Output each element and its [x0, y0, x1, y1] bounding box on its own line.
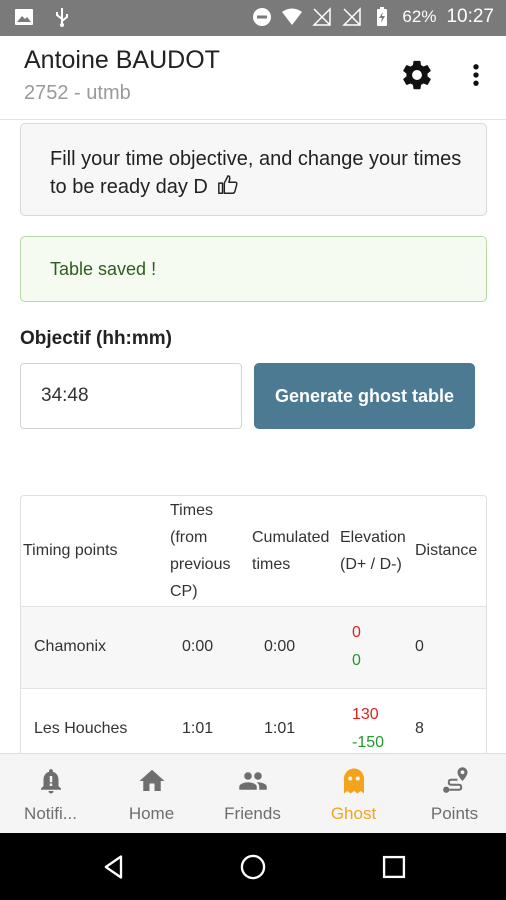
no-signal-2-icon — [342, 7, 362, 26]
ghost-icon — [344, 768, 364, 794]
no-signal-icon — [312, 7, 332, 26]
nav-friends[interactable]: Friends — [202, 754, 303, 834]
cell-distance: 8 — [415, 720, 424, 738]
battery-percent: 62% — [402, 7, 437, 26]
page-subtitle: 2752 - utmb — [24, 82, 131, 104]
cell-distance: 0 — [415, 638, 424, 655]
cell-cumulated: 0:00 — [264, 638, 296, 655]
gear-icon[interactable] — [400, 58, 434, 92]
nav-points[interactable]: Points — [404, 754, 505, 834]
cell-time[interactable]: 1:01 — [170, 688, 252, 753]
alert-text: Table saved ! — [50, 259, 157, 279]
usb-icon — [56, 8, 68, 27]
more-vert-icon[interactable] — [462, 58, 490, 92]
table-row[interactable]: Les Houches 1:01 1:01 130 -150 8 — [21, 688, 486, 753]
header-times: Times (from previous CP) — [170, 501, 231, 600]
page-title: Antoine BAUDOT — [24, 46, 220, 74]
nav-ghost[interactable]: Ghost — [303, 754, 404, 834]
system-navigation-bar — [0, 833, 506, 900]
objective-label: Objectif (hh:mm) — [20, 328, 172, 349]
nav-home[interactable]: Home — [101, 754, 202, 834]
table-header-row: Timing points Times (from previous CP) C… — [21, 496, 486, 606]
header-elevation: Elevation (D+ / D-) — [340, 528, 406, 573]
header-timing-points: Timing points — [23, 542, 118, 560]
generate-ghost-table-button[interactable]: Generate ghost table — [254, 363, 475, 429]
objective-time-input[interactable] — [20, 363, 242, 429]
do-not-disturb-icon — [253, 8, 272, 26]
success-alert: Table saved ! — [20, 236, 487, 302]
home-icon — [139, 769, 165, 791]
home-circle-icon[interactable] — [239, 853, 267, 881]
clock: 10:27 — [446, 6, 494, 27]
wifi-icon — [282, 8, 303, 25]
nav-label: Friends — [224, 804, 281, 823]
battery-charging-icon — [377, 7, 388, 26]
header-distance: Distance — [415, 542, 478, 560]
nav-label: Notifi... — [24, 804, 77, 823]
image-notification-icon — [15, 9, 33, 25]
bottom-navigation: Notifi... Home Friends Ghost Points — [0, 753, 506, 833]
cell-name: Chamonix — [34, 638, 107, 655]
thumbs-up-icon — [218, 175, 238, 194]
back-icon[interactable] — [100, 853, 128, 881]
nav-label: Ghost — [330, 804, 377, 823]
cell-elevation: 130 -150 — [340, 688, 415, 753]
people-icon — [239, 772, 267, 790]
status-bar: 62% 10:27 — [0, 0, 506, 36]
table-row[interactable]: Chamonix 0:00 0:00 0 0 0 — [21, 606, 486, 688]
elevation-loss: 0 — [352, 652, 361, 669]
info-text: Fill your time objective, and change you… — [50, 148, 462, 198]
route-points-icon — [443, 767, 468, 793]
recents-icon[interactable] — [380, 853, 408, 881]
app-bar: Antoine BAUDOT 2752 - utmb — [0, 36, 506, 120]
elevation-gain: 130 — [352, 706, 379, 724]
elevation-loss: -150 — [352, 734, 385, 752]
cell-elevation: 0 0 — [340, 606, 415, 688]
cell-cumulated: 1:01 — [264, 720, 296, 738]
cell-time[interactable]: 0:00 — [170, 606, 252, 688]
cell-name: Les Houches — [34, 720, 128, 738]
nav-notifications[interactable]: Notifi... — [0, 754, 101, 834]
info-card: Fill your time objective, and change you… — [20, 123, 487, 216]
ghost-table: Timing points Times (from previous CP) C… — [20, 495, 487, 753]
elevation-gain: 0 — [352, 624, 361, 641]
nav-label: Home — [128, 804, 175, 823]
main-content[interactable]: Fill your time objective, and change you… — [0, 121, 506, 753]
nav-label: Points — [430, 804, 479, 823]
header-cumulated: Cumulated times — [252, 528, 330, 573]
bell-alert-icon — [41, 769, 61, 794]
